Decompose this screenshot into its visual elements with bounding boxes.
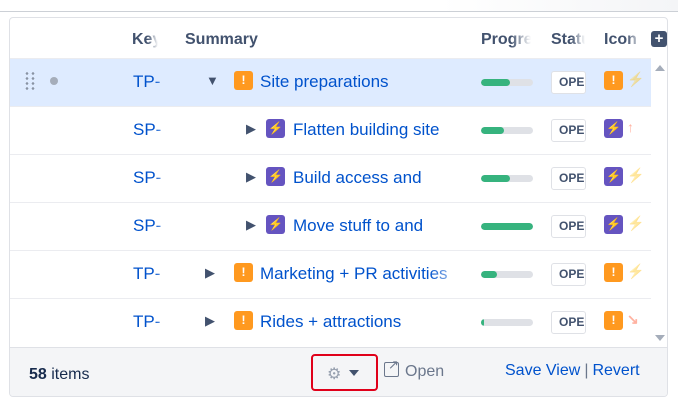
grid-header: Key Summary Progress Status Icon + bbox=[10, 18, 667, 58]
progress-bar bbox=[481, 271, 533, 278]
vertical-scrollbar[interactable] bbox=[652, 59, 667, 345]
issue-key[interactable]: SP- bbox=[133, 168, 171, 188]
header-icon[interactable]: Icon bbox=[604, 31, 642, 49]
gear-icon: ⚙ bbox=[327, 366, 342, 383]
issue-summary[interactable]: Move stuff to and bbox=[293, 216, 469, 236]
epic-icon: ! bbox=[234, 263, 253, 282]
issue-summary[interactable]: Flatten building site bbox=[293, 120, 469, 140]
scroll-down-icon[interactable] bbox=[655, 335, 665, 341]
header-status[interactable]: Status bbox=[551, 31, 585, 49]
icon-cell: ! ⚡ bbox=[604, 263, 650, 283]
table-row[interactable]: TP- ▶! Marketing + PR activities OPEN ! ⚡ bbox=[10, 250, 651, 298]
open-label: Open bbox=[405, 363, 445, 380]
issue-summary[interactable]: Marketing + PR activities bbox=[260, 264, 466, 284]
issue-key[interactable]: TP- bbox=[133, 264, 171, 284]
structure-grid: Key Summary Progress Status Icon + TP- ▼!… bbox=[9, 17, 668, 397]
add-column-button[interactable]: + bbox=[651, 31, 667, 47]
status-badge[interactable]: OPEN bbox=[551, 215, 586, 238]
status-badge[interactable]: OPEN bbox=[551, 311, 586, 334]
priority-icon: ⚡ bbox=[627, 71, 645, 87]
icon-cell: ⚡ ↑ bbox=[604, 119, 650, 139]
issue-summary[interactable]: Build access and bbox=[293, 168, 469, 188]
feature-icon: ⚡ bbox=[266, 215, 285, 234]
issue-key[interactable]: TP- bbox=[133, 72, 171, 92]
priority-icon: ↘ bbox=[627, 311, 639, 327]
progress-bar bbox=[481, 319, 533, 326]
issue-summary[interactable]: Rides + attractions bbox=[260, 312, 466, 332]
status-badge[interactable]: OPEN bbox=[551, 167, 586, 190]
priority-icon: ⚡ bbox=[627, 215, 645, 231]
status-badge[interactable]: OPEN bbox=[551, 119, 586, 142]
issue-key[interactable]: SP- bbox=[133, 120, 171, 140]
epic-icon: ! bbox=[604, 263, 623, 282]
status-badge[interactable]: OPEN bbox=[551, 263, 586, 286]
settings-dropdown-button[interactable]: ⚙ bbox=[311, 354, 378, 391]
revert-link[interactable]: Revert bbox=[592, 362, 639, 379]
external-link-icon bbox=[384, 357, 399, 377]
feature-icon: ⚡ bbox=[604, 215, 623, 234]
grid-footer: 58 items ⚙ Open Save View|Revert bbox=[10, 347, 667, 396]
issue-key[interactable]: SP- bbox=[133, 216, 171, 236]
icon-cell: ! ⚡ bbox=[604, 71, 650, 91]
header-key[interactable]: Key bbox=[132, 31, 158, 49]
view-actions: Save View | Revert bbox=[505, 362, 640, 380]
feature-icon: ⚡ bbox=[604, 119, 623, 138]
progress-bar bbox=[481, 79, 533, 86]
progress-bar bbox=[481, 175, 533, 182]
icon-cell: ⚡ ⚡ bbox=[604, 167, 650, 187]
scroll-up-icon[interactable] bbox=[655, 65, 665, 71]
caret-right-icon[interactable]: ▶ bbox=[205, 264, 215, 282]
priority-icon: ↑ bbox=[627, 119, 634, 135]
feature-icon: ⚡ bbox=[604, 167, 623, 186]
status-badge[interactable]: OPEN bbox=[551, 71, 586, 94]
table-row[interactable]: SP- ▶ ⚡ Flatten building site OPEN ⚡ ↑ bbox=[10, 106, 651, 154]
top-toolbar-strip bbox=[0, 0, 678, 12]
header-summary[interactable]: Summary bbox=[185, 31, 305, 49]
caret-right-icon[interactable]: ▶ bbox=[246, 120, 256, 138]
caret-down-icon[interactable]: ▼ bbox=[206, 72, 219, 90]
priority-icon: ⚡ bbox=[627, 167, 645, 183]
caret-right-icon[interactable]: ▶ bbox=[246, 168, 256, 186]
issue-key[interactable]: TP- bbox=[133, 312, 171, 332]
caret-right-icon[interactable]: ▶ bbox=[246, 216, 256, 234]
caret-right-icon[interactable]: ▶ bbox=[205, 312, 215, 330]
header-progress[interactable]: Progress bbox=[481, 31, 531, 49]
progress-bar bbox=[481, 223, 533, 230]
save-view-link[interactable]: Save View bbox=[505, 362, 580, 379]
chevron-down-icon bbox=[349, 370, 359, 376]
priority-icon: ⚡ bbox=[627, 263, 645, 279]
icon-cell: ! ↘ bbox=[604, 311, 650, 331]
feature-icon: ⚡ bbox=[266, 119, 285, 138]
progress-bar bbox=[481, 127, 533, 134]
epic-icon: ! bbox=[234, 71, 253, 90]
table-row[interactable]: TP- ▶! Rides + attractions OPEN ! ↘ bbox=[10, 298, 651, 346]
epic-icon: ! bbox=[234, 311, 253, 330]
items-count: 58 items bbox=[29, 366, 89, 384]
epic-icon: ! bbox=[604, 71, 623, 90]
drag-handle-icon[interactable] bbox=[24, 71, 36, 91]
feature-icon: ⚡ bbox=[266, 167, 285, 186]
icon-cell: ⚡ ⚡ bbox=[604, 215, 650, 235]
epic-icon: ! bbox=[604, 311, 623, 330]
row-marker-icon bbox=[50, 77, 58, 85]
separator: | bbox=[584, 362, 589, 379]
table-row[interactable]: SP- ▶ ⚡ Build access and OPEN ⚡ ⚡ bbox=[10, 154, 651, 202]
issue-summary[interactable]: Site preparations bbox=[260, 72, 470, 92]
table-row[interactable]: SP- ▶ ⚡ Move stuff to and OPEN ⚡ ⚡ bbox=[10, 202, 651, 250]
table-row[interactable]: TP- ▼! Site preparations OPEN ! ⚡ bbox=[10, 58, 651, 106]
open-link[interactable]: Open bbox=[384, 357, 445, 381]
items-count-number: 58 bbox=[29, 366, 47, 383]
items-count-label: items bbox=[46, 366, 90, 383]
